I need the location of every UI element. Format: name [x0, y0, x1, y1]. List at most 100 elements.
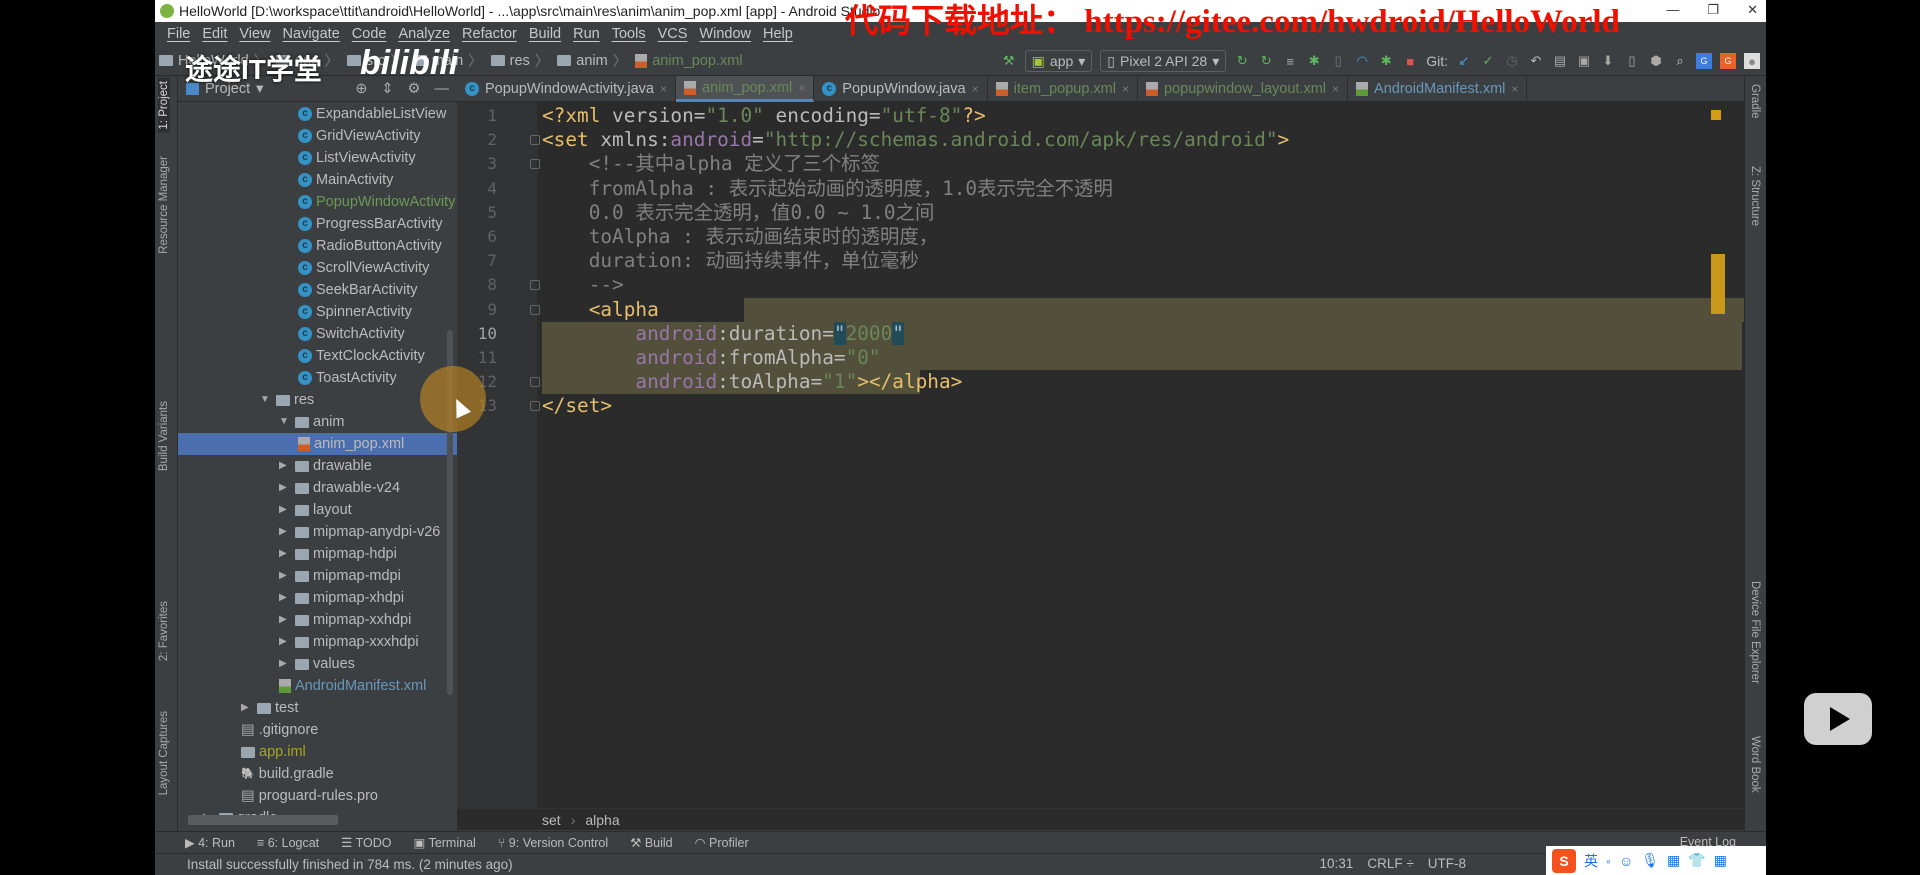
collapsed-arrow-icon[interactable]: ▶	[241, 697, 253, 719]
tree-item[interactable]: ▼ anim	[178, 411, 457, 433]
tree-item[interactable]: ▤ proguard-rules.pro	[178, 785, 457, 807]
menu-vcs[interactable]: VCS	[652, 22, 694, 46]
tree-item[interactable]: c ScrollViewActivity	[178, 257, 457, 279]
avd-icon[interactable]: ▣	[1576, 53, 1592, 69]
ime-language[interactable]: 英	[1584, 851, 1598, 871]
menu-file[interactable]: File	[161, 22, 196, 46]
tool-tab-structure[interactable]: Z: Structure	[1749, 166, 1761, 226]
close-tab-icon[interactable]: ×	[798, 81, 805, 95]
close-tab-icon[interactable]: ×	[1511, 82, 1518, 96]
sync-icon[interactable]: ≡	[1282, 53, 1298, 69]
fold-marker-icon[interactable]	[530, 280, 540, 291]
tree-item[interactable]: ▶ mipmap-hdpi	[178, 543, 457, 565]
tool-window-build[interactable]: ⚒ Build	[630, 835, 672, 850]
code-line[interactable]: <!--其中alpha 定义了三个标签	[542, 152, 880, 176]
account-icon[interactable]: ●	[1744, 53, 1760, 69]
device-icon[interactable]: ▯	[1624, 53, 1640, 69]
editor-tab[interactable]: c PopupWindowActivity.java ×	[457, 76, 676, 102]
tree-item[interactable]: ▶ mipmap-mdpi	[178, 565, 457, 587]
tool-tab-word-book[interactable]: Word Book	[1749, 736, 1761, 793]
menu-build[interactable]: Build	[523, 22, 567, 46]
bilibili-play-icon[interactable]	[1804, 693, 1872, 745]
menu-view[interactable]: View	[233, 22, 276, 46]
project-structure-icon[interactable]: ▤	[1552, 53, 1568, 69]
breadcrumb-item[interactable]: anim 〉	[553, 50, 631, 71]
tree-item[interactable]: ▶ drawable	[178, 455, 457, 477]
stop-icon[interactable]: ■	[1402, 53, 1418, 69]
tool-window-terminal[interactable]: ▣ Terminal	[414, 835, 476, 850]
collapsed-arrow-icon[interactable]: ▶	[279, 609, 291, 631]
tree-horizontal-scrollbar[interactable]	[188, 815, 338, 825]
tool-tab-gradle[interactable]: Gradle	[1749, 84, 1761, 119]
tree-item[interactable]: c SwitchActivity	[178, 323, 457, 345]
tree-item[interactable]: c TextClockActivity	[178, 345, 457, 367]
menu-analyze[interactable]: Analyze	[392, 22, 456, 46]
collapsed-arrow-icon[interactable]: ▶	[279, 455, 291, 477]
git-commit-icon[interactable]: ✓	[1480, 53, 1496, 69]
menu-edit[interactable]: Edit	[196, 22, 233, 46]
editor-tab[interactable]: item_popup.xml ×	[988, 76, 1138, 102]
code-line[interactable]: <?xml version="1.0" encoding="utf-8"?>	[542, 104, 986, 128]
rerun-icon[interactable]: ↻	[1234, 53, 1250, 69]
file-encoding[interactable]: UTF-8	[1428, 853, 1466, 875]
profile-icon[interactable]: ◠	[1354, 53, 1370, 69]
tool-window-logcat[interactable]: ≡ 6: Logcat	[257, 836, 319, 850]
editor-tab[interactable]: AndroidManifest.xml ×	[1348, 76, 1528, 102]
tool-tab-layout-captures[interactable]: Layout Captures	[158, 711, 170, 795]
editor-tab[interactable]: popupwindow_layout.xml ×	[1138, 76, 1349, 102]
inspection-status-marker[interactable]	[1711, 110, 1721, 120]
hammer-icon[interactable]: ⚒	[1001, 53, 1017, 69]
line-separator[interactable]: CRLF ÷	[1367, 853, 1413, 875]
tool-tab-favorites[interactable]: 2: Favorites	[158, 601, 170, 661]
tree-item[interactable]: c RadioButtonActivity	[178, 235, 457, 257]
skin-icon[interactable]: 👕	[1688, 852, 1705, 869]
tree-item[interactable]: anim_pop.xml	[178, 433, 457, 455]
tree-item[interactable]: c GridViewActivity	[178, 125, 457, 147]
git-update-icon[interactable]: ↙	[1456, 53, 1472, 69]
tree-item[interactable]: c SpinnerActivity	[178, 301, 457, 323]
mic-icon[interactable]: 🎙	[1641, 852, 1659, 869]
tree-item[interactable]: ▶ layout	[178, 499, 457, 521]
tool-tab-project[interactable]: 1: Project	[158, 78, 170, 133]
maximize-button[interactable]: ❐	[1707, 0, 1719, 22]
code-line[interactable]: duration: 动画持续事件，单位毫秒	[542, 249, 919, 273]
history-icon[interactable]: ◷	[1504, 53, 1520, 69]
tool-window-version-control[interactable]: ⑂ 9: Version Control	[498, 836, 608, 850]
collapsed-arrow-icon[interactable]: ▶	[279, 653, 291, 675]
fold-marker-icon[interactable]	[530, 135, 540, 146]
debug-attach-icon[interactable]: ✱	[1378, 53, 1394, 69]
sogou-logo[interactable]: S	[1552, 848, 1576, 873]
fold-marker-icon[interactable]	[530, 401, 540, 412]
tree-item[interactable]: ▶ mipmap-anydpi-v26	[178, 521, 457, 543]
ime-punct-icon[interactable]: ◦	[1606, 853, 1611, 869]
tree-item[interactable]: ▶ mipmap-xxhdpi	[178, 609, 457, 631]
close-button[interactable]: ✕	[1747, 0, 1758, 22]
code-line[interactable]: fromAlpha : 表示起始动画的透明度，1.0表示完全不透明	[542, 177, 1113, 201]
search-icon[interactable]: ⌕	[1672, 53, 1688, 69]
tool-tab-build-variants[interactable]: Build Variants	[158, 401, 170, 471]
code-editor[interactable]: 1 2 3 4 5 6 7 8 9 10 11 12 13 <?xml version="1.0" en…	[457, 102, 1744, 810]
fold-marker-icon[interactable]	[530, 304, 540, 315]
code-line[interactable]: android:fromAlpha="0"	[542, 346, 880, 370]
tree-item[interactable]: c PopupWindowActivity	[178, 191, 457, 213]
revert-icon[interactable]: ↶	[1528, 53, 1544, 69]
expanded-arrow-icon[interactable]: ▼	[279, 411, 291, 433]
translate-icon[interactable]: G	[1696, 53, 1712, 69]
collapsed-arrow-icon[interactable]: ▶	[279, 631, 291, 653]
tree-item[interactable]: ▶ mipmap-xxxhdpi	[178, 631, 457, 653]
collapsed-arrow-icon[interactable]: ▶	[279, 521, 291, 543]
editor-tab[interactable]: anim_pop.xml ×	[676, 76, 815, 102]
menu-code[interactable]: Code	[346, 22, 393, 46]
expanded-arrow-icon[interactable]: ▼	[260, 389, 272, 411]
tool-tab-device-file-explorer[interactable]: Device File Explorer	[1749, 581, 1761, 684]
tree-item[interactable]: ▶ mipmap-xhdpi	[178, 587, 457, 609]
breadcrumb-item[interactable]: anim_pop.xml	[631, 53, 746, 69]
code-line[interactable]: 0.0 表示完全透明，值0.0 ~ 1.0之间	[542, 201, 935, 225]
tree-item[interactable]: AndroidManifest.xml	[178, 675, 457, 697]
code-line[interactable]: toAlpha : 表示动画结束时的透明度，	[542, 225, 938, 249]
caret-position[interactable]: 10:31	[1320, 853, 1354, 875]
menu-run[interactable]: Run	[567, 22, 606, 46]
tool-window-profiler[interactable]: ◠ Profiler	[695, 835, 749, 850]
tree-item[interactable]: ▶ drawable-v24	[178, 477, 457, 499]
code-line[interactable]: <set xmlns:android="http://schemas.andro…	[542, 128, 1289, 152]
